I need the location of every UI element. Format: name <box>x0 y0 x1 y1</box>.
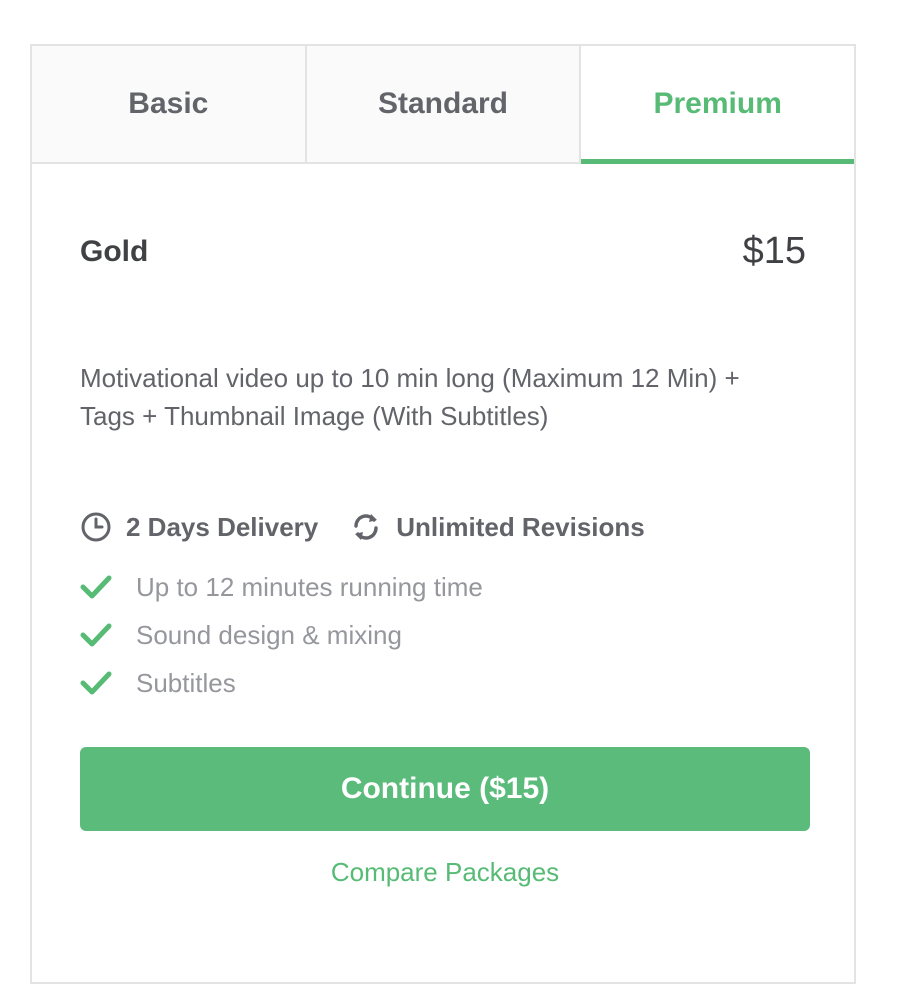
feature-label: Subtitles <box>136 667 236 698</box>
feature-label: Sound design & mixing <box>136 619 402 650</box>
package-description: Motivational video up to 10 min long (Ma… <box>80 363 740 431</box>
package-card: Basic Standard Premium Gold $15 Motivati… <box>30 44 856 984</box>
refresh-icon <box>354 514 378 540</box>
tab-premium[interactable]: Premium <box>581 46 855 164</box>
revisions-label: Unlimited Revisions <box>396 511 645 542</box>
tab-basic[interactable]: Basic <box>32 46 307 162</box>
list-item: Up to 12 minutes running time <box>80 563 806 611</box>
clock-icon <box>81 512 111 542</box>
revisions-info: Unlimited Revisions <box>350 511 645 543</box>
delivery-label: 2 Days Delivery <box>126 511 319 542</box>
compare-packages-link[interactable]: Compare Packages <box>80 857 810 888</box>
continue-button[interactable]: Continue ($15) <box>80 747 810 831</box>
feature-label: Up to 12 minutes running time <box>136 571 483 602</box>
list-item: Sound design & mixing <box>80 611 806 659</box>
package-meta: 2 Days Delivery Unlimited Revisions <box>80 511 806 543</box>
package-price: $15 <box>742 230 806 272</box>
check-icon <box>80 575 112 599</box>
package-header: Gold $15 <box>80 230 806 273</box>
tab-standard[interactable]: Standard <box>306 46 582 162</box>
check-icon <box>80 623 112 647</box>
delivery-info: 2 Days Delivery <box>80 511 318 543</box>
package-content: Gold $15 Motivational video up to 10 min… <box>32 230 854 888</box>
check-icon <box>80 671 112 695</box>
list-item: Subtitles <box>80 659 806 707</box>
feature-list: Up to 12 minutes running time Sound desi… <box>80 563 806 707</box>
package-tabs: Basic Standard Premium <box>32 46 855 164</box>
package-name: Gold <box>80 234 149 268</box>
